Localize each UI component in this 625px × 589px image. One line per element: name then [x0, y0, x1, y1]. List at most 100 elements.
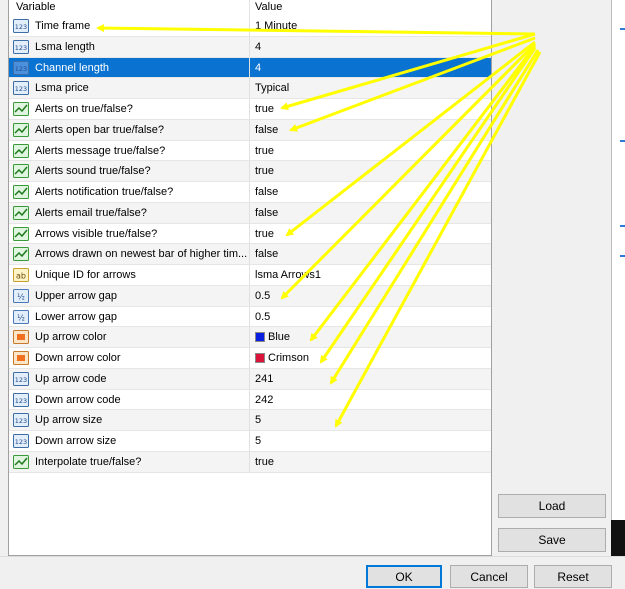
parameter-value-text: false [255, 186, 279, 198]
parameter-value-text: Crimson [268, 352, 309, 364]
parameter-row[interactable]: Arrows visible true/false? true [9, 223, 491, 245]
boolean-icon [13, 454, 29, 469]
ok-button[interactable]: OK [366, 565, 442, 588]
parameter-row[interactable]: 123 Down arrow code 242 [9, 389, 491, 411]
parameter-name: Up arrow color [35, 331, 107, 344]
parameter-row[interactable]: Alerts notification true/false? false [9, 182, 491, 203]
parameter-row[interactable]: Interpolate true/false? true [9, 451, 491, 473]
parameter-value[interactable]: false [255, 248, 278, 260]
column-separator [249, 202, 250, 223]
svg-text:123: 123 [15, 438, 27, 446]
parameter-value[interactable]: lsma Arrows1 [255, 269, 321, 281]
parameter-value[interactable]: false [255, 207, 278, 219]
parameter-row[interactable]: 123 Down arrow size 5 [9, 431, 491, 452]
boolean-icon [13, 164, 29, 179]
parameter-value[interactable]: 4 [255, 62, 261, 74]
number-icon: 123 [13, 413, 29, 428]
parameter-row[interactable]: ab Unique ID for arrows lsma Arrows1 [9, 265, 491, 286]
parameter-name: Alerts open bar true/false? [35, 123, 165, 136]
parameter-value[interactable]: false [255, 124, 278, 136]
parameter-value-text: Blue [268, 331, 291, 344]
column-separator [249, 223, 250, 244]
parameter-row[interactable]: 123 Up arrow size 5 [9, 410, 491, 431]
parameter-row[interactable]: 123 Time frame 1 Minute [9, 16, 491, 37]
grid-header: Variable Value [9, 0, 491, 17]
chart-price-mark [620, 140, 625, 142]
column-separator [249, 161, 250, 181]
parameter-name: Arrows visible true/false? [35, 227, 158, 240]
parameter-value[interactable]: false [255, 186, 278, 198]
column-separator [249, 389, 250, 410]
parameter-value[interactable]: true [255, 456, 274, 468]
color-icon [13, 351, 29, 365]
parameter-value-text: Typical [255, 82, 290, 95]
parameter-value-text: 4 [255, 40, 262, 53]
parameter-value-text: 241 [255, 372, 274, 385]
parameter-row[interactable]: ½ Upper arrow gap 0.5 [9, 285, 491, 307]
parameter-value[interactable]: 241 [255, 373, 273, 385]
inputs-grid: Variable Value 123 Time frame 1 Minute 123 L… [8, 0, 492, 556]
chart-edge [611, 0, 625, 556]
parameter-value[interactable]: 0.5 [255, 290, 270, 302]
parameter-value[interactable]: 5 [255, 435, 261, 447]
column-separator [249, 265, 250, 285]
parameter-row[interactable]: Alerts email true/false? false [9, 202, 491, 224]
parameter-value[interactable]: true [255, 103, 274, 115]
parameter-row[interactable]: Up arrow color Blue [9, 327, 491, 348]
parameter-row[interactable]: Alerts message true/false? true [9, 140, 491, 162]
cancel-button[interactable]: Cancel [450, 565, 528, 588]
column-separator [249, 16, 250, 36]
parameter-row[interactable]: Arrows drawn on newest bar of higher tim… [9, 244, 491, 265]
parameter-value-text: 242 [255, 393, 274, 406]
parameter-row[interactable]: 123 Lsma price Typical [9, 78, 491, 99]
parameter-row[interactable]: Alerts sound true/false? true [9, 161, 491, 182]
parameter-value[interactable]: 1 Minute [255, 20, 297, 32]
parameter-row[interactable]: ½ Lower arrow gap 0.5 [9, 306, 491, 328]
parameter-value[interactable]: Crimson [255, 352, 309, 364]
parameter-name: Alerts email true/false? [35, 206, 147, 219]
load-button[interactable]: Load [498, 494, 606, 518]
number-icon: 123 [13, 371, 29, 386]
column-separator [249, 119, 250, 140]
variable-column-header[interactable]: Variable [16, 1, 56, 13]
string-icon: ab [13, 268, 29, 282]
column-separator [249, 368, 250, 389]
column-separator [249, 327, 250, 347]
color-icon [13, 330, 29, 345]
svg-text:123: 123 [15, 85, 27, 93]
parameter-name: Alerts on true/false? [35, 103, 133, 115]
parameter-value[interactable]: Typical [255, 82, 289, 94]
parameter-value[interactable]: true [255, 165, 274, 177]
parameter-value[interactable]: Blue [255, 331, 290, 343]
parameter-value-text: 5 [255, 435, 262, 447]
column-separator [249, 140, 250, 161]
parameter-value[interactable]: true [255, 145, 274, 157]
parameter-value-text: 5 [255, 414, 262, 427]
parameter-value[interactable]: 5 [255, 414, 261, 426]
value-column-header[interactable]: Value [255, 1, 282, 13]
double-icon: ½ [13, 309, 29, 324]
parameter-value[interactable]: 242 [255, 394, 273, 406]
svg-text:123: 123 [15, 397, 27, 405]
chart-price-mark [620, 255, 625, 257]
parameter-value[interactable]: 0.5 [255, 311, 270, 323]
parameter-name: Unique ID for arrows [35, 269, 136, 281]
boolean-icon [13, 226, 29, 241]
parameter-row[interactable]: Alerts open bar true/false? false [9, 119, 491, 141]
svg-text:ab: ab [16, 272, 26, 281]
svg-text:123: 123 [15, 65, 27, 73]
parameter-row[interactable]: Alerts on true/false? true [9, 99, 491, 120]
color-swatch [255, 332, 265, 343]
parameter-value[interactable]: true [255, 228, 274, 240]
parameter-value-text: false [255, 248, 279, 261]
chart-corner [611, 520, 625, 556]
parameter-name: Down arrow size [35, 435, 117, 447]
parameter-row[interactable]: Down arrow color Crimson [9, 348, 491, 369]
parameter-row[interactable]: 123 Channel length 4 [9, 57, 491, 79]
parameter-row[interactable]: 123 Up arrow code 241 [9, 368, 491, 390]
column-separator [249, 410, 250, 430]
parameter-row[interactable]: 123 Lsma length 4 [9, 36, 491, 58]
parameter-value[interactable]: 4 [255, 41, 261, 53]
reset-button[interactable]: Reset [534, 565, 612, 588]
save-button[interactable]: Save [498, 528, 606, 552]
